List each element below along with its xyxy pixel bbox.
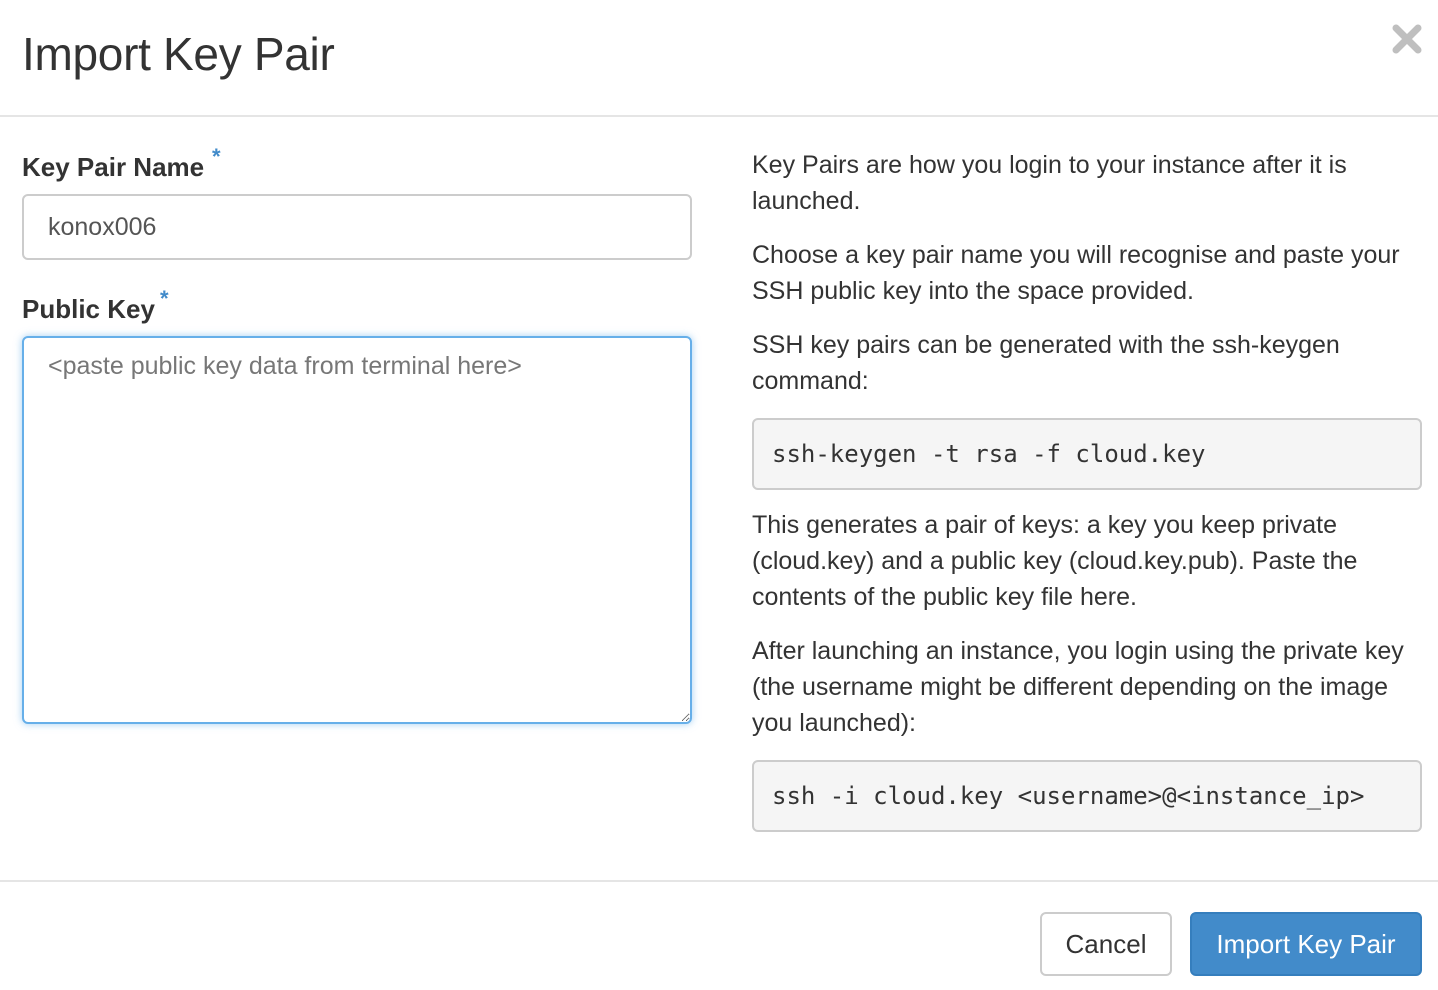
modal-header: Import Key Pair <box>0 0 1438 117</box>
help-paragraph: Key Pairs are how you login to your inst… <box>752 151 1347 215</box>
close-icon[interactable] <box>1390 22 1424 56</box>
help-paragraph: SSH key pairs can be generated with the … <box>752 331 1340 395</box>
key-pair-name-input[interactable] <box>22 194 692 260</box>
ssh-login-command-code: ssh -i cloud.key <username>@<instance_ip… <box>752 760 1422 832</box>
required-marker: * <box>160 286 169 311</box>
cancel-button[interactable]: Cancel <box>1040 912 1172 976</box>
public-key-textarea[interactable] <box>22 336 692 724</box>
help-paragraph: After launching an instance, you login u… <box>752 637 1404 737</box>
required-marker: * <box>212 144 221 169</box>
keygen-command-code: ssh-keygen -t rsa -f cloud.key <box>752 418 1422 490</box>
public-key-label: Public Key <box>22 294 155 324</box>
key-pair-name-label: Key Pair Name <box>22 152 205 182</box>
modal-title: Import Key Pair <box>22 28 335 80</box>
import-key-pair-button[interactable]: Import Key Pair <box>1190 912 1422 976</box>
help-paragraph: This generates a pair of keys: a key you… <box>752 511 1358 611</box>
help-paragraph: Choose a key pair name you will recognis… <box>752 241 1400 305</box>
